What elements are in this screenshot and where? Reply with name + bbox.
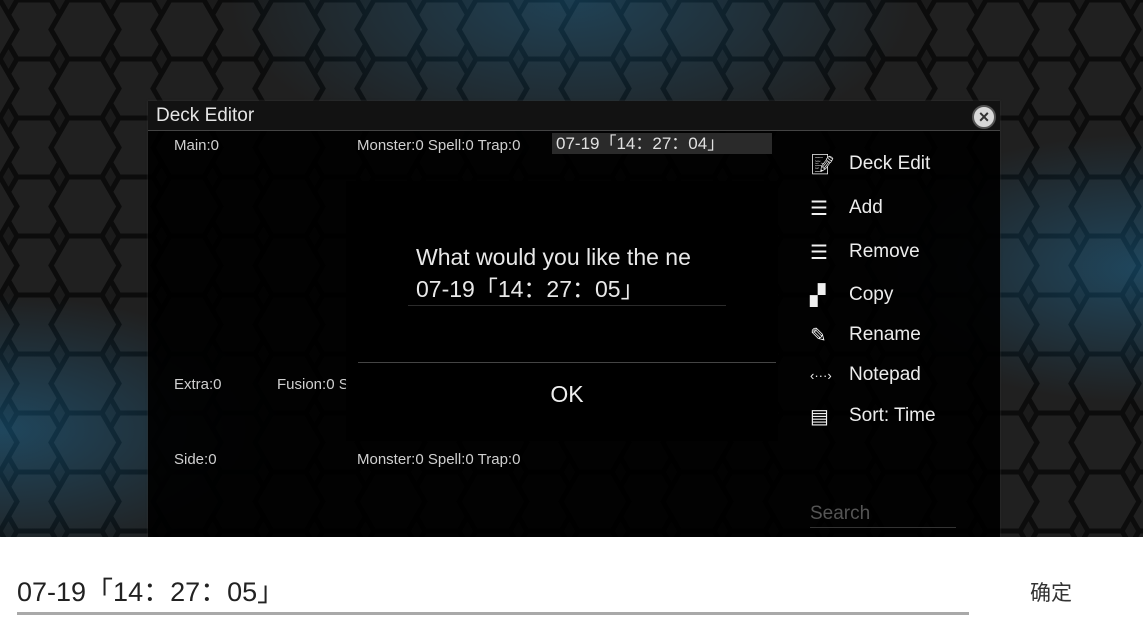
search-input[interactable]: Search [810, 501, 956, 528]
side-deck-breakdown: Monster:0 Spell:0 Trap:0 [357, 451, 521, 468]
ok-button[interactable]: OK [358, 376, 776, 412]
extra-deck-breakdown: Fusion:0 S [277, 376, 349, 393]
menu-item-notepad[interactable]: ‹···› Notepad [810, 360, 921, 390]
ime-text-input[interactable]: 07-19「14：27：05」 [17, 572, 969, 615]
menu-item-remove[interactable]: ☰ Remove [810, 237, 920, 267]
input-underline [408, 305, 726, 306]
main-deck-breakdown: Monster:0 Spell:0 Trap:0 [357, 137, 521, 154]
ime-input-bar: 07-19「14：27：05」 确定 [0, 537, 1143, 642]
document-icon: ▤ [810, 405, 829, 428]
dialog-name-input[interactable]: 07-19「14：27：05」 [416, 273, 691, 305]
close-icon[interactable]: × [972, 105, 996, 129]
deck-name-field[interactable]: 07-19「14：27：04」 [552, 133, 772, 154]
window-title: Deck Editor [156, 105, 255, 126]
title-bar: Deck Editor × [148, 101, 1000, 131]
extra-deck-count: Extra:0 [174, 376, 222, 393]
divider [358, 362, 776, 363]
prompt-text: What would you like the ne [416, 244, 691, 270]
deck-editor-window: Deck Editor × Main:0 Monster:0 Spell:0 T… [148, 101, 1000, 537]
dialog-prompt: What would you like the ne 07-19「14：27：0… [416, 241, 691, 305]
pencil-icon: ✎ [810, 324, 827, 347]
menu-item-add[interactable]: ☰ Add [810, 193, 883, 223]
edit-document-icon: 📝︎ [810, 153, 836, 176]
side-deck-count: Side:0 [174, 451, 217, 468]
code-dots-icon: ‹···› [810, 367, 832, 383]
list-add-icon: ☰ [810, 197, 828, 220]
list-remove-icon: ☰ [810, 241, 828, 264]
menu-item-deck-edit[interactable]: 📝︎ Deck Edit [810, 149, 930, 179]
confirm-button[interactable]: 确定 [1030, 577, 1072, 607]
rename-dialog: What would you like the ne 07-19「14：27：0… [346, 181, 778, 441]
copy-icon: ▞ [810, 284, 826, 307]
menu-item-sort[interactable]: ▤ Sort: Time [810, 401, 936, 431]
main-deck-count: Main:0 [174, 137, 220, 154]
menu-item-rename[interactable]: ✎ Rename [810, 320, 921, 350]
menu-item-copy[interactable]: ▞ Copy [810, 280, 893, 310]
